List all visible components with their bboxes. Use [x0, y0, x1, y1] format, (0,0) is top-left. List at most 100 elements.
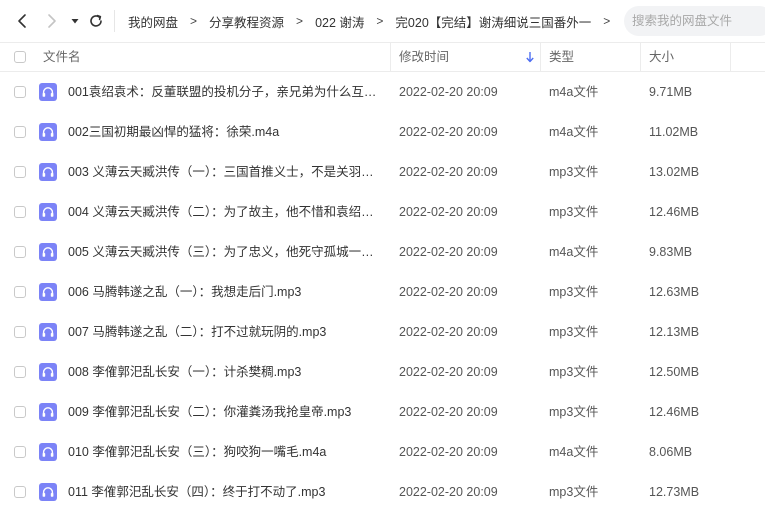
forward-button[interactable] — [40, 9, 64, 33]
file-row[interactable]: 003 义薄云天臧洪传（一）：三国首推义士，不是关羽，... 2022-02-2… — [0, 152, 765, 192]
file-row[interactable]: 005 义薄云天臧洪传（三）：为了忠义，他死守孤城一年... 2022-02-2… — [0, 232, 765, 272]
column-header-size[interactable]: 大小 — [649, 43, 674, 71]
file-name[interactable]: 010 李傕郭汜乱长安（三）：狗咬狗一嘴毛.m4a — [68, 432, 383, 472]
audio-file-icon — [39, 403, 57, 421]
file-modified-date: 2022-02-20 20:09 — [399, 405, 498, 419]
search-box — [624, 6, 765, 36]
row-checkbox[interactable] — [14, 326, 26, 338]
breadcrumb-item-current[interactable]: 完020【完结】谢涛细说三国番外一 — [383, 12, 603, 31]
file-name[interactable]: 009 李傕郭汜乱长安（二）：你灌粪汤我抢皇帝.mp3 — [68, 392, 383, 432]
file-type: mp3文件 — [549, 165, 599, 179]
file-size: 9.71MB — [649, 85, 693, 99]
chevron-right-icon — [48, 14, 56, 28]
row-checkbox[interactable] — [14, 446, 26, 458]
column-divider — [390, 43, 391, 71]
file-modified-date: 2022-02-20 20:09 — [399, 485, 498, 499]
file-type: m4a文件 — [549, 125, 599, 139]
history-dropdown-button[interactable] — [66, 9, 84, 33]
audio-file-icon — [39, 283, 57, 301]
breadcrumb-separator: > — [376, 14, 384, 28]
file-row[interactable]: 004 义薄云天臧洪传（二）：为了故主，他不惜和袁绍翻... 2022-02-2… — [0, 192, 765, 232]
audio-file-icon — [39, 243, 57, 261]
column-divider — [540, 43, 541, 71]
row-checkbox[interactable] — [14, 206, 26, 218]
file-size: 12.13MB — [649, 325, 700, 339]
file-row[interactable]: 009 李傕郭汜乱长安（二）：你灌粪汤我抢皇帝.mp3 2022-02-20 2… — [0, 392, 765, 432]
breadcrumb-item-root[interactable]: 我的网盘 — [116, 12, 190, 31]
file-name[interactable]: 007 马腾韩遂之乱（二）：打不过就玩阴的.mp3 — [68, 312, 383, 352]
file-row[interactable]: 011 李傕郭汜乱长安（四）：终于打不动了.mp3 2022-02-20 20:… — [0, 472, 765, 512]
breadcrumb-item-author[interactable]: 022 谢涛 — [303, 12, 376, 31]
audio-file-icon — [39, 163, 57, 181]
file-row[interactable]: 001袁绍袁术：反董联盟的投机分子，亲兄弟为什么互撕... 2022-02-20… — [0, 72, 765, 112]
column-header-modified[interactable]: 修改时间 — [399, 43, 449, 71]
column-divider — [730, 43, 731, 71]
file-name[interactable]: 008 李傕郭汜乱长安（一）：计杀樊稠.mp3 — [68, 352, 383, 392]
caret-down-icon — [71, 19, 79, 24]
chevron-left-icon — [18, 14, 26, 28]
file-row[interactable]: 008 李傕郭汜乱长安（一）：计杀樊稠.mp3 2022-02-20 20:09… — [0, 352, 765, 392]
select-all-checkbox[interactable] — [14, 51, 26, 63]
breadcrumb: 我的网盘 > 分享教程资源 > 022 谢涛 > 完020【完结】谢涛细说三国番… — [116, 0, 610, 42]
file-name[interactable]: 003 义薄云天臧洪传（一）：三国首推义士，不是关羽，... — [68, 152, 383, 192]
sort-descending-icon[interactable] — [525, 51, 535, 63]
file-modified-date: 2022-02-20 20:09 — [399, 365, 498, 379]
breadcrumb-separator: > — [603, 14, 611, 28]
back-button[interactable] — [10, 9, 34, 33]
row-checkbox[interactable] — [14, 406, 26, 418]
file-modified-date: 2022-02-20 20:09 — [399, 325, 498, 339]
file-name[interactable]: 002三国初期最凶悍的猛将：徐荣.m4a — [68, 112, 383, 152]
search-input[interactable] — [630, 13, 764, 29]
file-type: mp3文件 — [549, 405, 599, 419]
column-header-type[interactable]: 类型 — [549, 43, 574, 71]
file-size: 11.02MB — [649, 125, 699, 139]
toolbar: 我的网盘 > 分享教程资源 > 022 谢涛 > 完020【完结】谢涛细说三国番… — [0, 0, 765, 42]
file-row[interactable]: 006 马腾韩遂之乱（一）：我想走后门.mp3 2022-02-20 20:09… — [0, 272, 765, 312]
file-size: 13.02MB — [649, 165, 700, 179]
breadcrumb-item-share[interactable]: 分享教程资源 — [197, 12, 296, 31]
audio-file-icon — [39, 203, 57, 221]
file-size: 8.06MB — [649, 445, 693, 459]
file-type: mp3文件 — [549, 485, 599, 499]
audio-file-icon — [39, 123, 57, 141]
file-type: mp3文件 — [549, 205, 599, 219]
file-size: 12.50MB — [649, 365, 700, 379]
file-name[interactable]: 011 李傕郭汜乱长安（四）：终于打不动了.mp3 — [68, 472, 383, 512]
row-checkbox[interactable] — [14, 366, 26, 378]
row-checkbox[interactable] — [14, 486, 26, 498]
file-modified-date: 2022-02-20 20:09 — [399, 125, 498, 139]
file-modified-date: 2022-02-20 20:09 — [399, 85, 498, 99]
row-checkbox[interactable] — [14, 286, 26, 298]
audio-file-icon — [39, 83, 57, 101]
audio-file-icon — [39, 323, 57, 341]
file-modified-date: 2022-02-20 20:09 — [399, 285, 498, 299]
file-size: 12.73MB — [649, 485, 700, 499]
row-checkbox[interactable] — [14, 246, 26, 258]
file-modified-date: 2022-02-20 20:09 — [399, 165, 498, 179]
breadcrumb-separator: > — [190, 14, 198, 28]
file-name[interactable]: 006 马腾韩遂之乱（一）：我想走后门.mp3 — [68, 272, 383, 312]
file-list-header: 文件名 修改时间 类型 大小 — [0, 42, 765, 72]
file-type: mp3文件 — [549, 285, 599, 299]
audio-file-icon — [39, 363, 57, 381]
row-checkbox[interactable] — [14, 126, 26, 138]
file-size: 12.46MB — [649, 405, 700, 419]
file-type: mp3文件 — [549, 365, 599, 379]
audio-file-icon — [39, 443, 57, 461]
column-header-name[interactable]: 文件名 — [43, 43, 81, 71]
file-row[interactable]: 007 马腾韩遂之乱（二）：打不过就玩阴的.mp3 2022-02-20 20:… — [0, 312, 765, 352]
row-checkbox[interactable] — [14, 86, 26, 98]
file-type: mp3文件 — [549, 325, 599, 339]
file-list: 001袁绍袁术：反董联盟的投机分子，亲兄弟为什么互撕... 2022-02-20… — [0, 72, 765, 512]
file-modified-date: 2022-02-20 20:09 — [399, 205, 498, 219]
file-type: m4a文件 — [549, 445, 599, 459]
row-checkbox[interactable] — [14, 166, 26, 178]
file-name[interactable]: 004 义薄云天臧洪传（二）：为了故主，他不惜和袁绍翻... — [68, 192, 383, 232]
file-size: 12.63MB — [649, 285, 700, 299]
refresh-button[interactable] — [84, 9, 108, 33]
file-name[interactable]: 005 义薄云天臧洪传（三）：为了忠义，他死守孤城一年... — [68, 232, 383, 272]
file-name[interactable]: 001袁绍袁术：反董联盟的投机分子，亲兄弟为什么互撕... — [68, 72, 383, 112]
file-row[interactable]: 002三国初期最凶悍的猛将：徐荣.m4a 2022-02-20 20:09 m4… — [0, 112, 765, 152]
file-size: 12.46MB — [649, 205, 700, 219]
file-row[interactable]: 010 李傕郭汜乱长安（三）：狗咬狗一嘴毛.m4a 2022-02-20 20:… — [0, 432, 765, 472]
